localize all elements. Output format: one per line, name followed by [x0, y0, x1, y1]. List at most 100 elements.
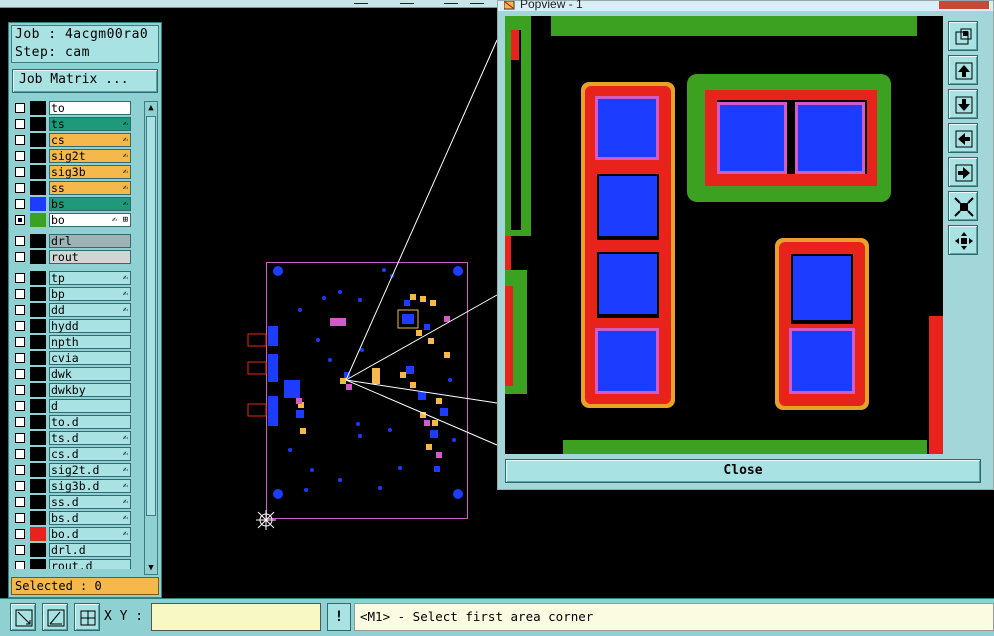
layer-checkbox[interactable] [15, 513, 25, 523]
layer-checkbox[interactable] [15, 199, 25, 209]
window-close-icon[interactable] [939, 1, 989, 9]
layer-row[interactable]: rout.d [13, 559, 133, 569]
layer-checkbox[interactable] [15, 103, 25, 113]
layer-checkbox[interactable] [15, 465, 25, 475]
layer-name[interactable]: bp ✍ [49, 287, 131, 301]
layer-name[interactable]: bs.d ✍ [49, 511, 131, 525]
job-matrix-button[interactable]: Job Matrix ... [12, 69, 158, 93]
layer-name[interactable]: ss ✍ [49, 181, 131, 195]
layer-checkbox[interactable] [15, 215, 25, 225]
layer-row[interactable]: drl.d [13, 543, 133, 557]
layer-row[interactable]: sig2t ✍ [13, 149, 133, 163]
layer-row[interactable]: sig3b.d ✍ [13, 479, 133, 493]
snap-button[interactable] [42, 603, 68, 631]
layer-checkbox[interactable] [15, 183, 25, 193]
layer-row[interactable]: bo ✍ ⊞ [13, 213, 133, 227]
alert-button[interactable]: ! [327, 603, 351, 631]
layer-row[interactable]: bs.d ✍ [13, 511, 133, 525]
popview-tool-zoom-in-button[interactable] [948, 191, 978, 221]
layer-row[interactable]: bp ✍ [13, 287, 133, 301]
layer-checkbox[interactable] [15, 236, 25, 246]
layer-row[interactable]: dd ✍ [13, 303, 133, 317]
layer-row[interactable]: ts ✍ [13, 117, 133, 131]
layer-row[interactable]: bs ✍ [13, 197, 133, 211]
layer-name[interactable]: dwkby [49, 383, 131, 397]
layer-row[interactable]: bo.d ✍ [13, 527, 133, 541]
layer-row[interactable]: drl [13, 234, 133, 248]
scroll-up-icon[interactable]: ▲ [146, 103, 156, 113]
measure-button[interactable] [10, 603, 36, 631]
layer-checkbox[interactable] [15, 119, 25, 129]
layer-row[interactable]: ss ✍ [13, 181, 133, 195]
layer-row[interactable]: cvia [13, 351, 133, 365]
layer-name[interactable]: sig2t ✍ [49, 149, 131, 163]
layer-row[interactable]: dwkby [13, 383, 133, 397]
layer-checkbox[interactable] [15, 305, 25, 315]
layer-name[interactable]: rout.d [49, 559, 131, 569]
layer-name[interactable]: ts ✍ [49, 117, 131, 131]
layer-checkbox[interactable] [15, 561, 25, 569]
layer-row[interactable]: tp ✍ [13, 271, 133, 285]
layer-checkbox[interactable] [15, 289, 25, 299]
popview-tool-fit-button[interactable] [948, 21, 978, 51]
layer-row[interactable]: to [13, 101, 133, 115]
xy-coordinate-input[interactable] [151, 603, 321, 631]
layer-checkbox[interactable] [15, 252, 25, 262]
layer-checkbox[interactable] [15, 151, 25, 161]
layer-row[interactable]: to.d [13, 415, 133, 429]
layer-name[interactable]: hydd [49, 319, 131, 333]
layer-checkbox[interactable] [15, 273, 25, 283]
layer-row[interactable]: sig3b ✍ [13, 165, 133, 179]
layer-checkbox[interactable] [15, 401, 25, 411]
layer-checkbox[interactable] [15, 353, 25, 363]
layer-name[interactable]: drl.d [49, 543, 131, 557]
layer-name[interactable]: drl [49, 234, 131, 248]
layer-name[interactable]: cvia [49, 351, 131, 365]
layer-checkbox[interactable] [15, 135, 25, 145]
layer-name[interactable]: tp ✍ [49, 271, 131, 285]
layer-name[interactable]: bo.d ✍ [49, 527, 131, 541]
layer-row[interactable]: d [13, 399, 133, 413]
layer-scrollbar[interactable]: ▲ ▼ [144, 101, 158, 575]
layer-checkbox[interactable] [15, 385, 25, 395]
popview-tool-pan-left-button[interactable] [948, 123, 978, 153]
scroll-thumb[interactable] [146, 116, 156, 516]
layer-row[interactable]: cs ✍ [13, 133, 133, 147]
layer-name[interactable]: sig2t.d ✍ [49, 463, 131, 477]
popview-close-button[interactable]: Close [505, 459, 981, 483]
layer-checkbox[interactable] [15, 449, 25, 459]
popview-tool-pan-down-button[interactable] [948, 89, 978, 119]
layer-name[interactable]: npth [49, 335, 131, 349]
layer-checkbox[interactable] [15, 497, 25, 507]
layer-checkbox[interactable] [15, 481, 25, 491]
layer-checkbox[interactable] [15, 337, 25, 347]
layer-name[interactable]: sig3b ✍ [49, 165, 131, 179]
layer-checkbox[interactable] [15, 321, 25, 331]
layer-row[interactable]: cs.d ✍ [13, 447, 133, 461]
layer-checkbox[interactable] [15, 369, 25, 379]
layer-checkbox[interactable] [15, 433, 25, 443]
layer-name[interactable]: bo ✍ ⊞ [49, 213, 131, 227]
layer-row[interactable]: rout [13, 250, 133, 264]
layer-name[interactable]: ss.d ✍ [49, 495, 131, 509]
layer-name[interactable]: rout [49, 250, 131, 264]
layer-name[interactable]: dwk [49, 367, 131, 381]
layer-checkbox[interactable] [15, 545, 25, 555]
layer-name[interactable]: to [49, 101, 131, 115]
layer-checkbox[interactable] [15, 417, 25, 427]
layer-row[interactable]: hydd [13, 319, 133, 333]
layer-name[interactable]: ts.d ✍ [49, 431, 131, 445]
layer-name[interactable]: to.d [49, 415, 131, 429]
grid-button[interactable] [74, 603, 100, 631]
scroll-down-icon[interactable]: ▼ [146, 563, 156, 573]
layer-name[interactable]: cs.d ✍ [49, 447, 131, 461]
layer-row[interactable]: sig2t.d ✍ [13, 463, 133, 477]
layer-name[interactable]: dd ✍ [49, 303, 131, 317]
layer-name[interactable]: d [49, 399, 131, 413]
layer-name[interactable]: cs ✍ [49, 133, 131, 147]
popview-tool-pan-right-button[interactable] [948, 157, 978, 187]
layer-row[interactable]: ts.d ✍ [13, 431, 133, 445]
layer-checkbox[interactable] [15, 167, 25, 177]
layer-name[interactable]: sig3b.d ✍ [49, 479, 131, 493]
popview-tool-zoom-out-button[interactable] [948, 225, 978, 255]
